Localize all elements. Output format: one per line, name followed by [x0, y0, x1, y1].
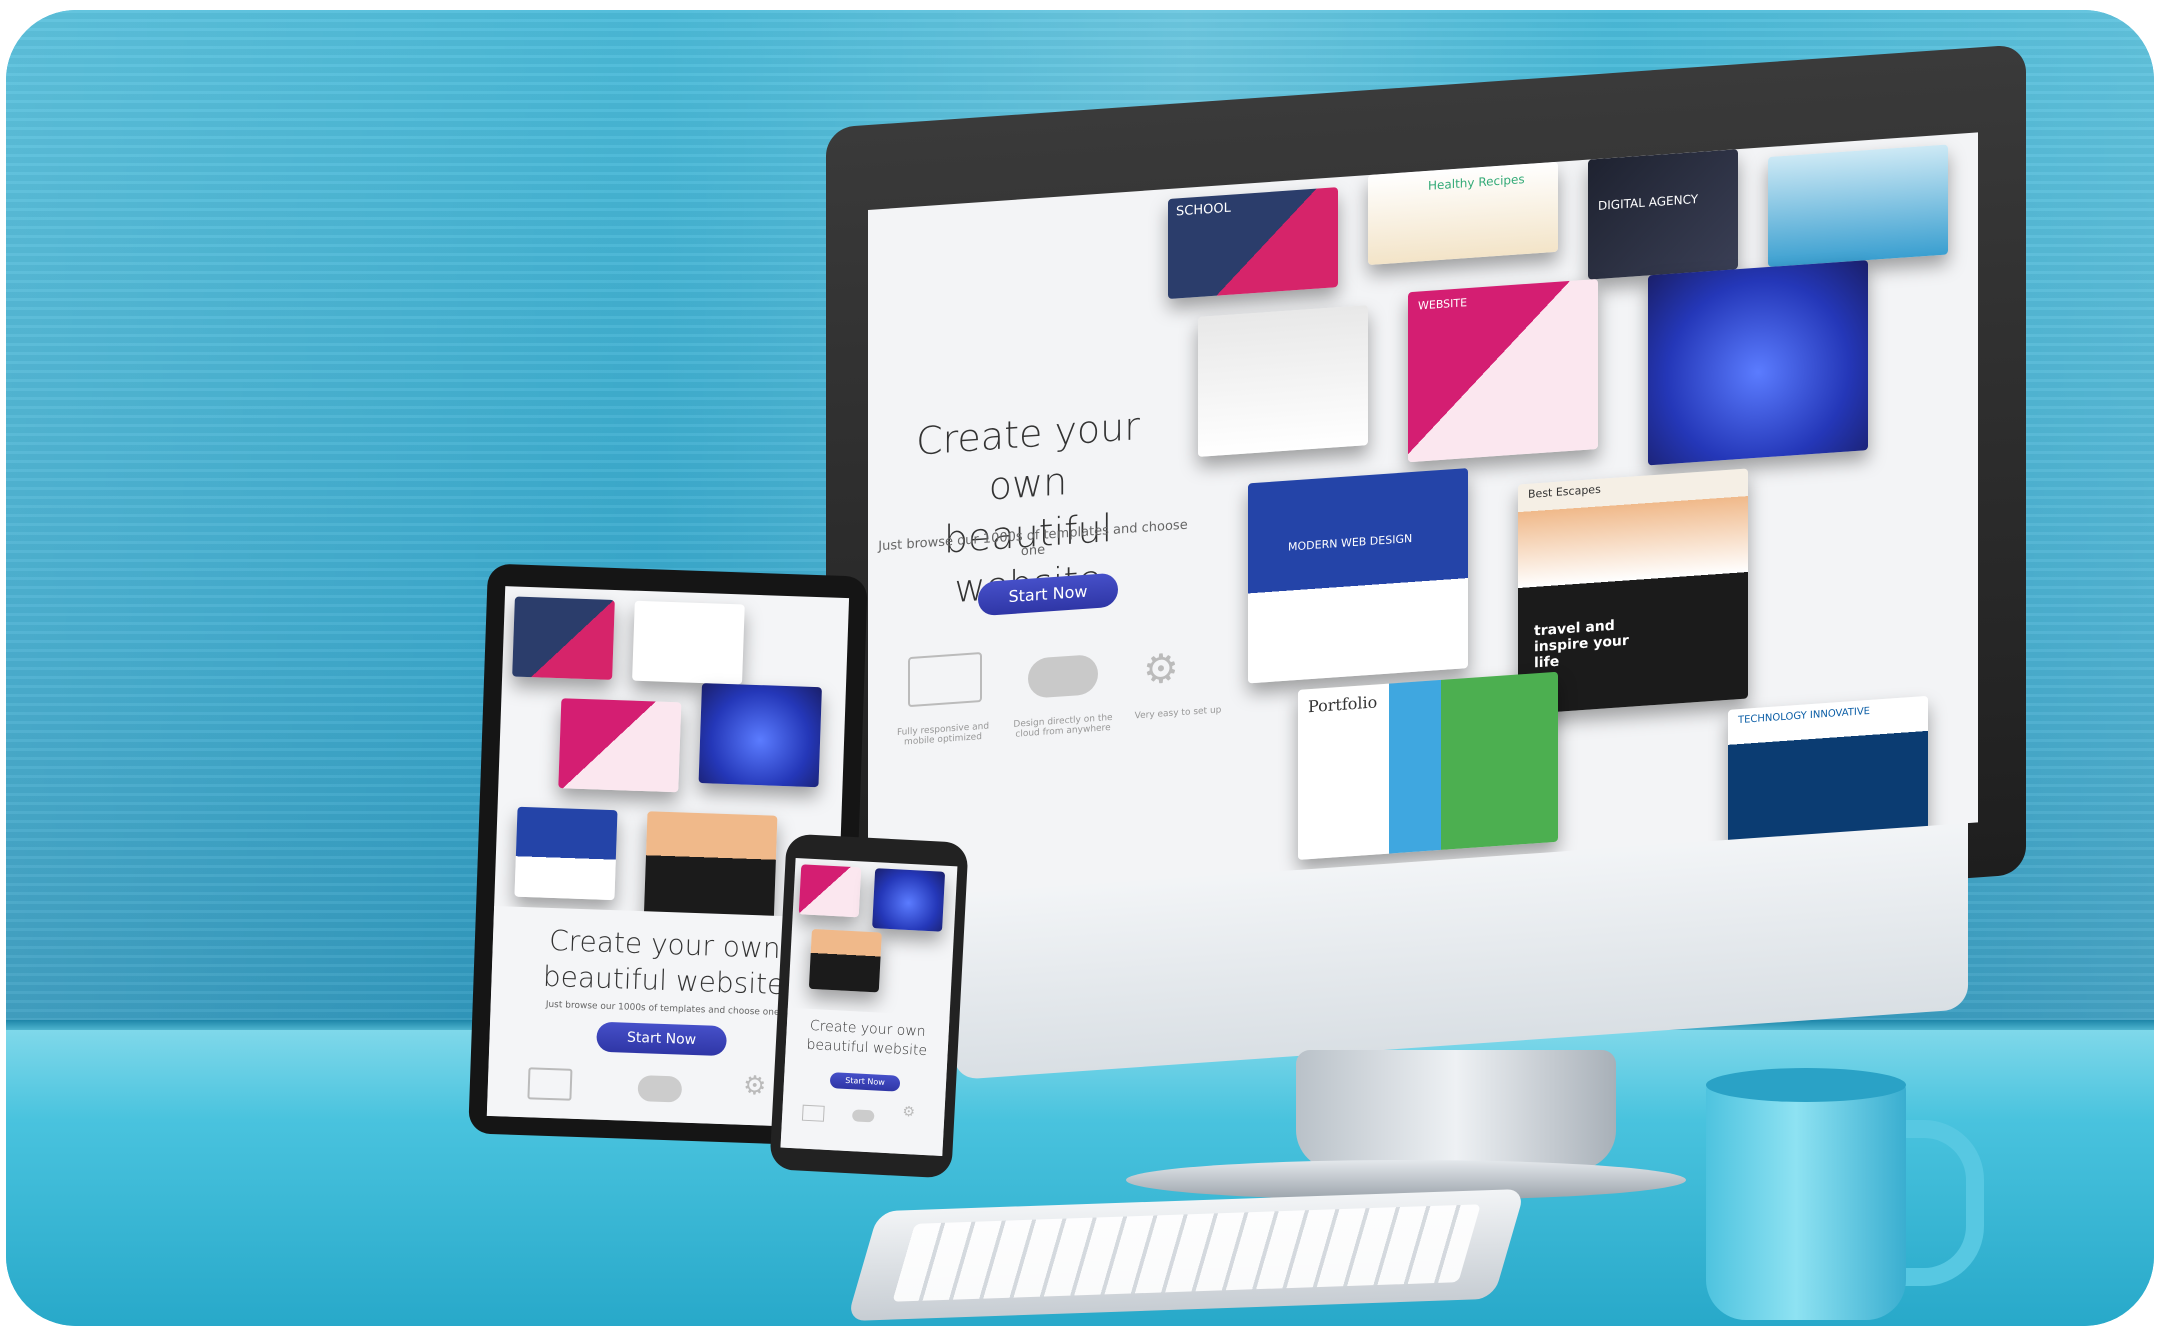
tile-label: DIGITAL AGENCY [1598, 191, 1699, 213]
mug-rim [1706, 1068, 1906, 1102]
phone-tile [808, 928, 882, 993]
tablet-tile [514, 806, 618, 901]
phone-tile [798, 864, 862, 918]
tile-label: SCHOOL [1176, 200, 1231, 220]
tile-label: MODERN WEB DESIGN [1288, 531, 1413, 554]
tile-label: Healthy Recipes [1428, 172, 1525, 193]
monitor-screen: SCHOOL Healthy Recipes DIGITAL AGENCY WE… [868, 132, 1978, 901]
devices-icon [908, 652, 982, 708]
feature-text-setup: Very easy to set up [1134, 705, 1222, 722]
tablet-tile [512, 596, 615, 680]
gears-icon: ⚙ [902, 1103, 916, 1121]
tile-label: Portfolio [1308, 692, 1378, 717]
tablet-tile [698, 683, 822, 788]
phone-device: Create your own beautiful website Start … [769, 833, 969, 1179]
devices-icon [527, 1067, 573, 1101]
phone-tile [872, 868, 946, 932]
tile-label: travel and inspire your life [1534, 617, 1629, 672]
gears-icon: ⚙ [742, 1070, 767, 1102]
cloud-icon [1028, 653, 1098, 699]
template-tile-agency: DIGITAL AGENCY [1588, 149, 1738, 280]
monitor-stand [1296, 1050, 1616, 1170]
template-tile-jellyfish [1648, 260, 1868, 466]
cloud-icon [851, 1109, 875, 1123]
tile-label: TECHNOLOGY INNOVATIVE [1738, 705, 1870, 727]
cloud-icon [637, 1075, 683, 1103]
template-tile-school: SCHOOL [1168, 187, 1338, 300]
feature-text-responsive: Fully responsive and mobile optimized [896, 721, 990, 748]
template-tile-interior [1198, 305, 1368, 457]
tablet-tile [558, 698, 682, 793]
tablet-tile [643, 811, 778, 926]
tile-label: Best Escapes [1528, 482, 1601, 501]
gears-icon: ⚙ [1143, 645, 1179, 694]
template-tile-recipes: Healthy Recipes [1368, 161, 1558, 266]
tablet-tile [632, 600, 745, 685]
keyboard-keys [892, 1204, 1481, 1302]
coffee-mug [1706, 1080, 1906, 1320]
template-tile-modern-web: MODERN WEB DESIGN [1248, 468, 1468, 684]
template-tile-technology: TECHNOLOGY INNOVATIVE [1728, 695, 1928, 850]
feature-text-cloud: Design directly on the cloud from anywhe… [1013, 712, 1113, 740]
tile-label: WEBSITE [1418, 296, 1468, 313]
devices-icon [801, 1104, 825, 1122]
tablet-start-now-button[interactable]: Start Now [596, 1021, 728, 1057]
template-tile-website: WEBSITE [1408, 278, 1598, 463]
phone-screen: Create your own beautiful website Start … [780, 857, 958, 1157]
template-tile-portfolio: Portfolio [1298, 671, 1558, 860]
template-tile-beach [1768, 144, 1948, 268]
scene: SCHOOL Healthy Recipes DIGITAL AGENCY WE… [6, 10, 2154, 1326]
